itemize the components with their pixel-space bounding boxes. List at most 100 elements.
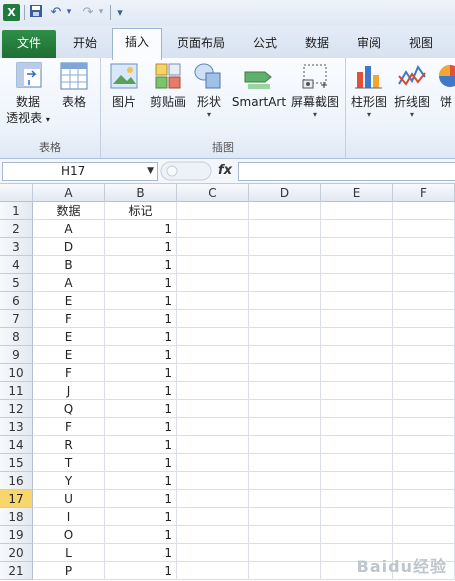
cell[interactable] — [249, 562, 321, 580]
cell[interactable] — [177, 364, 249, 382]
cell[interactable] — [249, 364, 321, 382]
cell[interactable] — [321, 346, 393, 364]
tab-data[interactable]: 数据 — [294, 30, 340, 58]
excel-logo-icon[interactable]: X — [3, 4, 20, 21]
row-header[interactable]: 16 — [0, 472, 33, 490]
row-header[interactable]: 8 — [0, 328, 33, 346]
cell[interactable]: F — [33, 310, 105, 328]
cell[interactable] — [249, 490, 321, 508]
undo-dropdown-icon[interactable]: ▾ — [64, 4, 74, 21]
spreadsheet-grid[interactable]: A B C D E F 1 数据 标记 2 A 1 3 D 1 4 B 1 5 A 1 6 E 1 7 F 1 8 E 1 9 E… — [0, 184, 455, 581]
cell[interactable] — [321, 292, 393, 310]
cell[interactable] — [177, 220, 249, 238]
cell[interactable] — [393, 418, 455, 436]
tab-insert[interactable]: 插入 — [112, 28, 162, 60]
cell[interactable] — [177, 238, 249, 256]
cell[interactable]: J — [33, 382, 105, 400]
row-header[interactable]: 17 — [0, 490, 33, 508]
tab-file[interactable]: 文件 — [2, 30, 56, 58]
row-header[interactable]: 14 — [0, 436, 33, 454]
cell[interactable] — [393, 472, 455, 490]
name-box-dropdown-icon[interactable]: ▼ — [147, 163, 154, 180]
cell[interactable] — [249, 508, 321, 526]
column-chart-dropdown-icon[interactable]: ▾ — [348, 110, 390, 120]
cell[interactable]: F — [33, 418, 105, 436]
cell[interactable] — [177, 274, 249, 292]
tab-review[interactable]: 审阅 — [346, 30, 392, 58]
cell[interactable] — [321, 454, 393, 472]
tab-view[interactable]: 视图 — [398, 30, 444, 58]
cell[interactable] — [321, 382, 393, 400]
column-header-e[interactable]: E — [321, 184, 393, 202]
row-header[interactable]: 15 — [0, 454, 33, 472]
cell[interactable]: 1 — [105, 256, 177, 274]
cell[interactable] — [177, 526, 249, 544]
column-header-a[interactable]: A — [33, 184, 105, 202]
column-header-c[interactable]: C — [177, 184, 249, 202]
cell[interactable] — [321, 508, 393, 526]
cell[interactable] — [321, 526, 393, 544]
cell[interactable] — [177, 454, 249, 472]
table-button[interactable]: 表格 — [54, 60, 94, 110]
cell[interactable]: O — [33, 526, 105, 544]
cell[interactable] — [393, 526, 455, 544]
cell[interactable] — [321, 400, 393, 418]
line-chart-button[interactable]: 折线图 ▾ — [392, 60, 432, 120]
tab-formulas[interactable]: 公式 — [242, 30, 288, 58]
cell[interactable] — [177, 328, 249, 346]
cell[interactable] — [177, 382, 249, 400]
customize-qat-icon[interactable]: ▾ — [114, 4, 126, 21]
column-header-b[interactable]: B — [105, 184, 177, 202]
cell[interactable] — [177, 436, 249, 454]
cell[interactable]: 1 — [105, 418, 177, 436]
cell[interactable] — [321, 364, 393, 382]
cell[interactable] — [249, 310, 321, 328]
smartart-button[interactable]: SmartArt — [231, 60, 287, 110]
cell[interactable]: U — [33, 490, 105, 508]
cell[interactable]: 1 — [105, 490, 177, 508]
row-header[interactable]: 19 — [0, 526, 33, 544]
cell[interactable] — [321, 202, 393, 220]
cell[interactable] — [321, 256, 393, 274]
cell[interactable]: 1 — [105, 382, 177, 400]
cell[interactable] — [393, 310, 455, 328]
cell[interactable]: B — [33, 256, 105, 274]
cell[interactable]: 1 — [105, 292, 177, 310]
cell[interactable] — [393, 382, 455, 400]
cell[interactable] — [249, 436, 321, 454]
cell[interactable] — [321, 310, 393, 328]
cell[interactable] — [177, 508, 249, 526]
cell[interactable]: F — [33, 364, 105, 382]
cell[interactable] — [177, 544, 249, 562]
row-header[interactable]: 1 — [0, 202, 33, 220]
cell[interactable]: 1 — [105, 562, 177, 580]
cell[interactable] — [321, 490, 393, 508]
cell[interactable]: L — [33, 544, 105, 562]
screenshot-button[interactable]: 屏幕截图 ▾ — [289, 60, 341, 120]
cell[interactable]: 标记 — [105, 202, 177, 220]
cell[interactable] — [321, 238, 393, 256]
cell[interactable] — [177, 310, 249, 328]
column-chart-button[interactable]: 柱形图 ▾ — [348, 60, 390, 120]
cell[interactable] — [321, 328, 393, 346]
cell[interactable] — [177, 292, 249, 310]
cell[interactable] — [393, 436, 455, 454]
cell[interactable] — [393, 364, 455, 382]
column-header-d[interactable]: D — [249, 184, 321, 202]
row-header[interactable]: 18 — [0, 508, 33, 526]
cell[interactable] — [249, 382, 321, 400]
line-chart-dropdown-icon[interactable]: ▾ — [392, 110, 432, 120]
cell[interactable] — [249, 256, 321, 274]
row-header[interactable]: 2 — [0, 220, 33, 238]
cell[interactable] — [321, 472, 393, 490]
cell[interactable] — [393, 220, 455, 238]
save-icon[interactable] — [28, 4, 44, 21]
cell[interactable] — [249, 346, 321, 364]
cell[interactable]: 1 — [105, 310, 177, 328]
cell[interactable] — [249, 274, 321, 292]
row-header[interactable]: 6 — [0, 292, 33, 310]
cell[interactable] — [177, 562, 249, 580]
cell[interactable]: D — [33, 238, 105, 256]
pie-chart-button[interactable]: 饼 — [434, 60, 455, 110]
pivot-table-button[interactable]: 数据 透视表 ▾ — [4, 60, 52, 128]
